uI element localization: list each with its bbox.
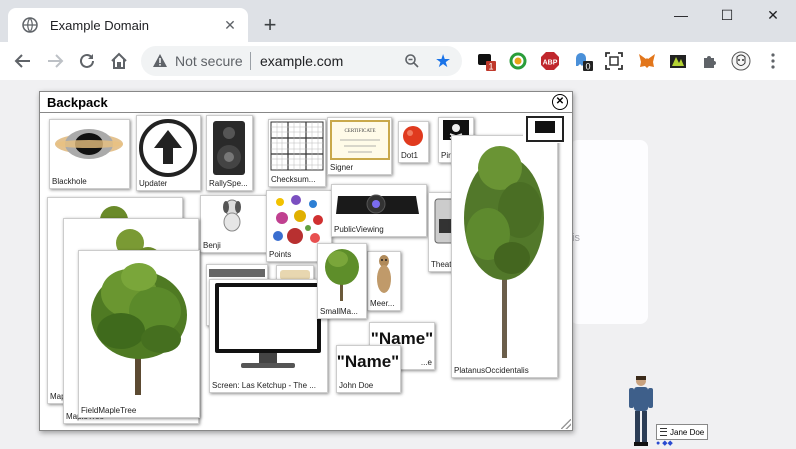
item-dot1[interactable]: Dot1: [398, 121, 429, 163]
item-updater[interactable]: Updater: [136, 115, 201, 191]
adblock-plus-icon[interactable]: ABP: [540, 51, 560, 71]
abp-label: ABP: [543, 60, 558, 67]
browser-toolbar: Not secure example.com ★ 1 ABP 0: [0, 42, 796, 80]
item-signer[interactable]: CERTIFICATE Signer: [327, 117, 392, 175]
screenshot-icon[interactable]: [604, 51, 624, 71]
item-printer[interactable]: [523, 115, 567, 143]
reload-icon[interactable]: [75, 49, 99, 73]
item-label: PublicViewing: [334, 225, 384, 234]
printer-icon: [526, 116, 564, 142]
url-text[interactable]: example.com: [260, 53, 343, 69]
item-label: ...e: [420, 358, 432, 367]
small-maple-tree-image: [325, 249, 359, 301]
item-label: FieldMapleTree: [81, 406, 137, 415]
security-label[interactable]: Not secure: [175, 53, 243, 69]
ext-badge-icon[interactable]: 1: [476, 51, 496, 71]
card-text-fragment: is: [572, 232, 580, 244]
bookmark-star-icon[interactable]: ★: [435, 51, 451, 71]
certificate-title: CERTIFICATE: [344, 129, 375, 134]
item-label: Points: [269, 250, 292, 259]
name-text-image: "Name": [337, 352, 399, 371]
backpack-title: Backpack: [47, 95, 108, 110]
item-label: RallySpe...: [209, 179, 248, 188]
meerkat-image: [377, 255, 391, 293]
address-separator: [250, 52, 251, 70]
dog-image: [223, 199, 241, 232]
metamask-icon[interactable]: [637, 51, 657, 71]
item-label: Benji: [203, 241, 221, 250]
monitor-image: [215, 283, 321, 368]
home-icon[interactable]: [107, 49, 131, 73]
avatar[interactable]: [626, 374, 656, 448]
item-label: Blackhole: [52, 177, 87, 186]
warning-icon[interactable]: [152, 53, 168, 69]
projector-image: [336, 194, 419, 214]
tab-strip: Example Domain ✕ + — ☐ ✕: [0, 0, 796, 42]
item-checksum[interactable]: Checksum...: [268, 119, 326, 187]
address-bar[interactable]: Not secure example.com ★: [141, 46, 462, 76]
back-icon[interactable]: [11, 49, 35, 73]
arrow-up-icon: [139, 119, 197, 177]
ghost-badge-count: 0: [585, 62, 590, 72]
close-icon[interactable]: ✕: [552, 94, 568, 110]
maximize-button[interactable]: ☐: [704, 0, 750, 30]
item-publicviewing[interactable]: PublicViewing: [331, 184, 427, 237]
backpack-window[interactable]: Backpack ✕ Blackhole Updater RallySpe...: [39, 91, 573, 431]
sudoku-grid-image: [270, 121, 324, 171]
item-label: John Doe: [339, 381, 374, 390]
item-label: Dot1: [401, 151, 418, 160]
profile-icon[interactable]: [731, 51, 751, 71]
ext-green-icon[interactable]: [668, 51, 688, 71]
item-smallmaple[interactable]: SmallMa...: [317, 243, 367, 319]
puzzle-icon[interactable]: [700, 51, 720, 71]
colored-dots-image: [273, 195, 323, 244]
avatar-nametag[interactable]: Jane Doe: [656, 424, 709, 440]
tab-title: Example Domain: [50, 17, 149, 33]
menu-kebab-icon[interactable]: [763, 51, 783, 71]
item-blackhole[interactable]: Blackhole: [49, 119, 130, 189]
browser-tab[interactable]: Example Domain ✕: [8, 8, 248, 42]
ext-circle-icon[interactable]: [508, 51, 528, 71]
zoom-icon[interactable]: [404, 53, 420, 69]
avatar-status-icons: ● ◆◆: [656, 440, 673, 447]
example-domain-card: is: [570, 140, 648, 324]
item-label: SmallMa...: [320, 307, 358, 316]
avatar-name: Jane Doe: [670, 427, 705, 437]
item-benji[interactable]: Benji: [200, 195, 268, 253]
item-label: Checksum...: [271, 175, 316, 184]
item-label: Updater: [139, 179, 168, 188]
tab-close-icon[interactable]: ✕: [220, 15, 240, 35]
platanus-tree-image: [464, 146, 544, 358]
item-label: Screen: Las Ketchup - The ...: [212, 381, 316, 390]
globe-icon: [22, 17, 38, 33]
certificate-image: CERTIFICATE: [330, 120, 390, 160]
forward-icon[interactable]: [43, 49, 67, 73]
minimize-button[interactable]: —: [658, 0, 704, 30]
item-label: Meer...: [370, 299, 395, 308]
name-text: "Name": [337, 352, 399, 371]
field-maple-tree-image: [91, 263, 187, 395]
close-window-button[interactable]: ✕: [750, 0, 796, 30]
menu-icon[interactable]: [660, 428, 667, 436]
item-fieldmaple[interactable]: FieldMapleTree: [78, 250, 200, 418]
item-platanus[interactable]: PlatanusOccidentalis: [451, 135, 558, 378]
new-tab-button[interactable]: +: [258, 12, 282, 37]
ghost-icon[interactable]: 0: [573, 51, 593, 71]
item-label: PlatanusOccidentalis: [454, 366, 529, 375]
red-dot-image: [403, 126, 423, 146]
item-meerkat[interactable]: Meer...: [367, 251, 401, 311]
backpack-divider: [40, 112, 572, 113]
ext-badge-count: 1: [488, 62, 493, 72]
blackhole-image: [55, 129, 123, 159]
item-rallyspeaker[interactable]: RallySpe...: [206, 115, 253, 191]
item-johndoe[interactable]: "Name" John Doe: [336, 345, 401, 393]
item-label: Signer: [330, 163, 354, 172]
speaker-image: [213, 121, 245, 175]
item-screen[interactable]: Screen: Las Ketchup - The ...: [209, 279, 328, 393]
resize-handle[interactable]: [561, 419, 571, 429]
